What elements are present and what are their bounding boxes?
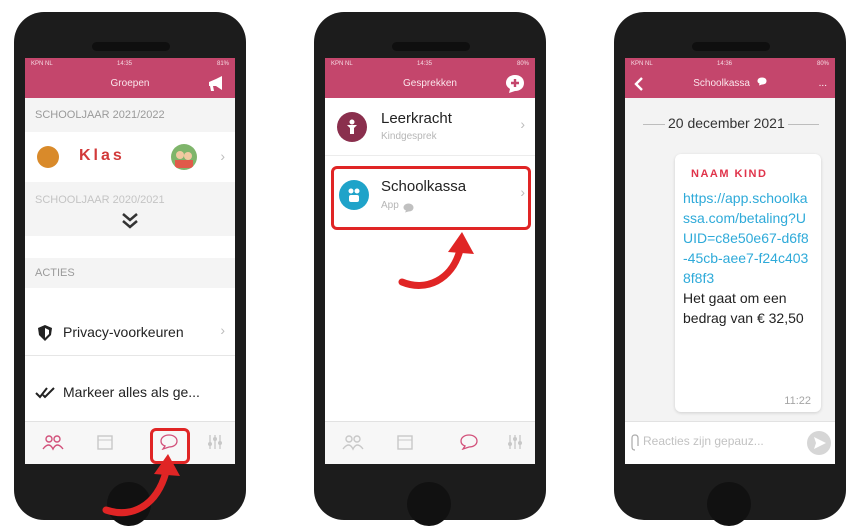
groups-screen: KPN NL 14:35 81% Groepen SCHOOLJAAR 2021… bbox=[25, 58, 235, 464]
shield-icon bbox=[37, 324, 53, 347]
chat-icon[interactable] bbox=[457, 430, 481, 454]
payment-link[interactable]: https://app.schoolkassa.com/betaling?UUI… bbox=[683, 188, 813, 288]
settings-icon[interactable] bbox=[503, 430, 527, 454]
message-bubble[interactable]: NAAM KIND https://app.schoolkassa.com/be… bbox=[675, 154, 821, 412]
chat-screen: KPN NL 14:36 80% Schoolkassa ... 20 dece… bbox=[625, 58, 835, 464]
calendar-icon[interactable] bbox=[393, 430, 417, 454]
battery-label: 80% bbox=[516, 61, 529, 67]
carrier-label: KPN NL bbox=[631, 61, 653, 67]
phone-groups: KPN NL 14:35 81% Groepen SCHOOLJAAR 2021… bbox=[14, 12, 246, 526]
paperclip-icon[interactable] bbox=[631, 434, 639, 457]
carrier-label: KPN NL bbox=[331, 61, 353, 67]
page-title: Groepen bbox=[110, 78, 150, 89]
settings-icon[interactable] bbox=[203, 430, 227, 454]
section-header-2021: SCHOOLJAAR 2021/2022 bbox=[25, 98, 235, 132]
group-name: Klas bbox=[79, 147, 125, 164]
chat-bubble-icon bbox=[757, 70, 767, 98]
message-input[interactable]: Reacties zijn gepauz... bbox=[643, 434, 764, 448]
sender-name: NAAM KIND bbox=[691, 168, 768, 180]
conversation-name: Leerkracht bbox=[381, 110, 452, 127]
group-avatar-icon bbox=[171, 144, 197, 170]
page-title: Gesprekken bbox=[403, 78, 457, 89]
date-label: 20 december 2021 bbox=[665, 115, 788, 131]
chevron-right-icon: › bbox=[520, 116, 525, 132]
groups-icon[interactable] bbox=[341, 430, 365, 454]
double-check-icon bbox=[35, 386, 57, 405]
groups-nav-bar: Groepen bbox=[25, 70, 235, 98]
conversation-row-leerkracht[interactable]: Leerkracht Kindgesprek › bbox=[325, 98, 535, 156]
status-bar: KPN NL 14:36 80% bbox=[625, 58, 835, 70]
curved-arrow-icon bbox=[398, 232, 474, 289]
clock-label: 14:35 bbox=[417, 61, 433, 67]
privacy-preferences-row[interactable]: Privacy-voorkeuren › bbox=[25, 310, 235, 356]
mark-all-label: Markeer alles als ge... bbox=[63, 384, 200, 400]
phone-chat: KPN NL 14:36 80% Schoolkassa ... 20 dece… bbox=[614, 12, 846, 526]
privacy-label: Privacy-voorkeuren bbox=[63, 324, 184, 340]
teacher-avatar-icon bbox=[337, 112, 367, 142]
conversations-nav-bar: Gesprekken bbox=[325, 70, 535, 98]
clock-label: 14:36 bbox=[717, 61, 733, 67]
clock-label: 14:35 bbox=[117, 61, 133, 67]
curved-arrow-icon bbox=[102, 454, 180, 517]
section-header-actions: ACTIES bbox=[25, 258, 235, 288]
battery-label: 81% bbox=[216, 61, 229, 67]
message-text: Het gaat om een bedrag van € 32,50 bbox=[683, 290, 804, 326]
double-chevron-down-icon[interactable] bbox=[115, 212, 145, 230]
status-bar: KPN NL 14:35 81% bbox=[25, 58, 235, 70]
home-button[interactable] bbox=[407, 482, 451, 526]
section-header-2020: SCHOOLJAAR 2020/2021 bbox=[25, 182, 235, 236]
message-time: 11:22 bbox=[784, 395, 811, 407]
carrier-label: KPN NL bbox=[31, 61, 53, 67]
group-dot-icon bbox=[37, 146, 59, 168]
tab-bar bbox=[325, 421, 535, 464]
status-bar: KPN NL 14:35 80% bbox=[325, 58, 535, 70]
phone-speaker bbox=[692, 42, 770, 51]
phone-speaker bbox=[392, 42, 470, 51]
chevron-right-icon: › bbox=[220, 322, 225, 338]
groups-icon[interactable] bbox=[41, 430, 65, 454]
home-button[interactable] bbox=[707, 482, 751, 526]
calendar-icon[interactable] bbox=[93, 430, 117, 454]
chat-nav-bar: Schoolkassa ... bbox=[625, 70, 835, 98]
chevron-right-icon: › bbox=[220, 148, 225, 164]
conversation-subtitle: Kindgesprek bbox=[381, 131, 437, 142]
mark-all-read-row[interactable]: Markeer alles als ge... bbox=[25, 370, 235, 416]
add-icon[interactable] bbox=[505, 70, 525, 98]
group-row-klas[interactable]: Klas › bbox=[25, 132, 235, 182]
page-title: Schoolkassa bbox=[693, 78, 750, 89]
schoolkassa-highlight bbox=[331, 166, 531, 230]
date-separator: 20 december 2021 bbox=[625, 114, 835, 134]
megaphone-icon[interactable] bbox=[207, 70, 225, 98]
phone-speaker bbox=[92, 42, 170, 51]
back-arrow-icon[interactable] bbox=[633, 70, 645, 98]
composer-bar: Reacties zijn gepauz... bbox=[625, 421, 835, 464]
more-options-button[interactable]: ... bbox=[819, 70, 827, 98]
section-header-2020-label: SCHOOLJAAR 2020/2021 bbox=[35, 194, 165, 206]
send-icon[interactable] bbox=[807, 431, 831, 455]
battery-label: 80% bbox=[816, 61, 829, 67]
